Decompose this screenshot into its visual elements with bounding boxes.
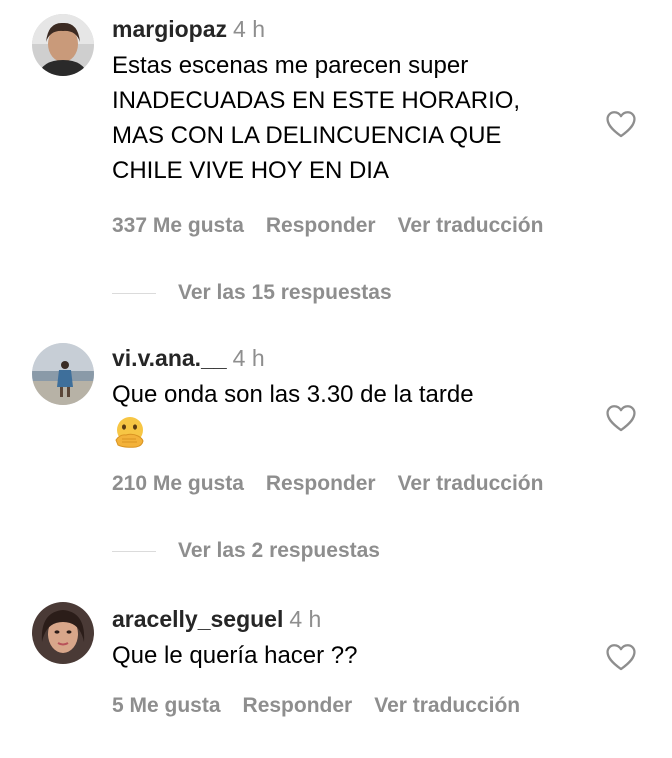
username[interactable]: vi.v.ana.__ — [112, 345, 227, 371]
reply-button[interactable]: Responder — [266, 214, 376, 237]
translate-button[interactable]: Ver traducción — [398, 472, 544, 495]
timestamp[interactable]: 4 h — [289, 606, 321, 632]
comment-line: INADECUADAS EN ESTE HORARIO, — [112, 87, 521, 114]
reply-button[interactable]: Responder — [266, 472, 376, 495]
comment-header: aracelly_seguel 4 h — [112, 604, 582, 634]
avatar[interactable] — [32, 602, 94, 664]
replies-divider — [112, 550, 156, 552]
like-count[interactable]: 210 Me gusta — [112, 472, 244, 495]
face-with-hand-over-mouth-emoji — [112, 414, 148, 450]
comment-text: Que le quería hacer ?? — [112, 638, 582, 673]
comment-line: CHILE VIVE HOY EN DIA — [112, 157, 389, 184]
like-count[interactable]: 337 Me gusta — [112, 214, 244, 237]
comment-line: MAS CON LA DELINCUENCIA QUE — [112, 122, 502, 149]
view-replies-label[interactable]: Ver las 2 respuestas — [178, 539, 380, 562]
view-replies[interactable]: Ver las 15 respuestas — [112, 279, 392, 307]
comment-text: Que onda son las 3.30 de la tarde — [112, 377, 582, 460]
timestamp[interactable]: 4 h — [233, 345, 265, 371]
view-replies[interactable]: Ver las 2 respuestas — [112, 537, 380, 565]
avatar[interactable] — [32, 343, 94, 405]
comment-text: Estas escenas me parecen super INADECUAD… — [112, 48, 582, 188]
heart-outline-icon[interactable] — [604, 640, 638, 674]
comment-header: vi.v.ana.__ 4 h — [112, 343, 582, 373]
heart-outline-icon[interactable] — [604, 107, 638, 141]
view-replies-label[interactable]: Ver las 15 respuestas — [178, 281, 392, 304]
translate-button[interactable]: Ver traducción — [374, 694, 520, 717]
translate-button[interactable]: Ver traducción — [398, 214, 544, 237]
timestamp[interactable]: 4 h — [233, 16, 265, 42]
comment-line: Que le quería hacer ?? — [112, 642, 358, 669]
replies-divider — [112, 292, 156, 294]
reply-button[interactable]: Responder — [243, 694, 353, 717]
like-count[interactable]: 5 Me gusta — [112, 694, 221, 717]
avatar[interactable] — [32, 14, 94, 76]
comment-line: Estas escenas me parecen super — [112, 52, 469, 79]
comment-header: margiopaz 4 h — [112, 14, 582, 44]
username[interactable]: margiopaz — [112, 16, 227, 42]
username[interactable]: aracelly_seguel — [112, 606, 283, 632]
heart-outline-icon[interactable] — [604, 401, 638, 435]
comment-line: Que onda son las 3.30 de la tarde — [112, 381, 474, 408]
